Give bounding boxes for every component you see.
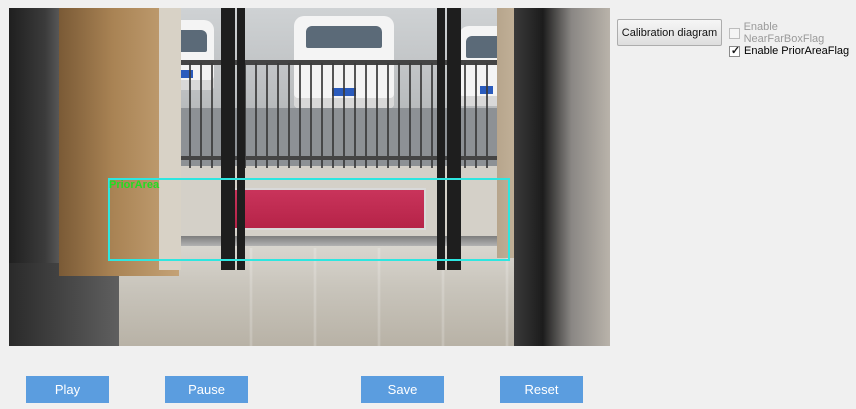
prior-area-box[interactable]: [108, 178, 510, 261]
prior-area-label: PriorArea: [109, 179, 160, 191]
prior-area-checkbox-label: Enable PriorAreaFlag: [744, 45, 850, 57]
save-button[interactable]: Save: [361, 376, 444, 403]
reset-button[interactable]: Reset: [500, 376, 583, 403]
prior-area-checkbox-row[interactable]: ✓ Enable PriorAreaFlag: [729, 45, 849, 57]
near-far-box-checkbox[interactable]: [729, 27, 740, 39]
play-button[interactable]: Play: [26, 376, 109, 403]
pause-button[interactable]: Pause: [165, 376, 248, 403]
video-preview[interactable]: PriorArea: [9, 8, 610, 346]
video-scene-wall: [514, 8, 610, 346]
near-far-box-checkbox-label: Enable NearFarBoxFlag: [743, 21, 825, 45]
checkmark-icon: ✓: [730, 44, 741, 57]
calibration-diagram-button[interactable]: Calibration diagram: [617, 19, 722, 46]
near-far-box-checkbox-row[interactable]: Enable NearFarBoxFlag: [729, 21, 856, 45]
prior-area-checkbox[interactable]: ✓: [729, 44, 741, 57]
